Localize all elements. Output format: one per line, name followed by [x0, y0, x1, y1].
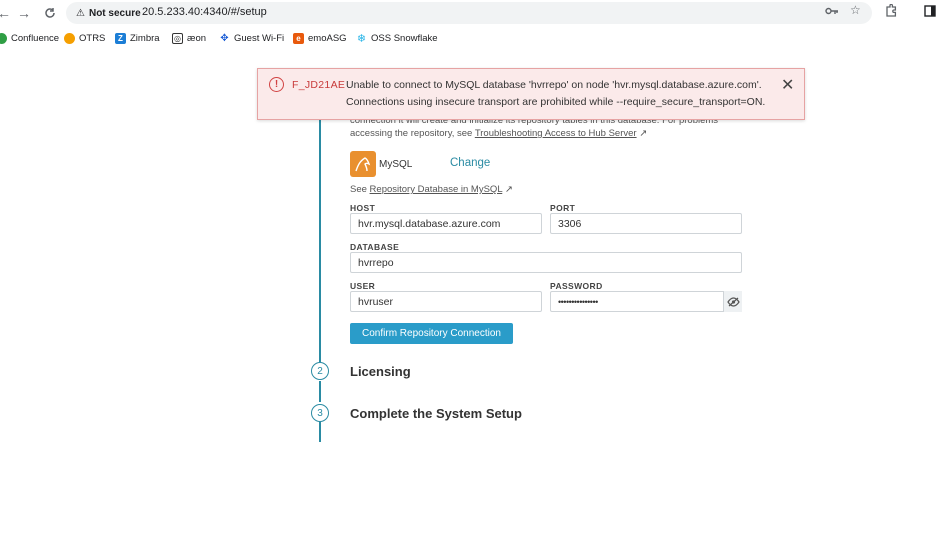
bookmark-label: emoASG	[308, 33, 347, 44]
wifi-icon: ✥	[220, 33, 229, 44]
key-icon[interactable]	[825, 5, 839, 19]
timeline-line	[319, 422, 321, 442]
url-text[interactable]: 20.5.233.40:4340/#/setup	[142, 6, 267, 18]
step-title-licensing[interactable]: Licensing	[350, 364, 411, 379]
repository-database-link[interactable]: Repository Database in MySQL	[370, 184, 503, 195]
bookmark-label: OSS Snowflake	[371, 33, 438, 44]
zimbra-icon: Z	[115, 33, 126, 44]
timeline-line	[319, 118, 321, 362]
user-label: USER	[350, 281, 376, 291]
star-icon[interactable]: ☆	[850, 3, 861, 17]
external-link-icon: ↗	[502, 184, 513, 195]
error-message-line1: Unable to connect to MySQL database 'hvr…	[346, 79, 762, 91]
step-title-complete-setup[interactable]: Complete the System Setup	[350, 406, 522, 421]
snowflake-icon: ❄	[356, 33, 367, 45]
step-number: 3	[311, 404, 329, 422]
aeon-icon: ◎	[172, 33, 183, 44]
sidebar-icon[interactable]	[924, 5, 936, 20]
database-label: DATABASE	[350, 242, 400, 252]
extensions-icon[interactable]	[886, 3, 898, 20]
mysql-logo-icon	[350, 151, 376, 177]
port-input[interactable]	[550, 213, 742, 234]
error-message-line2: Connections using insecure transport are…	[346, 96, 766, 108]
close-icon[interactable]: ✕	[781, 75, 794, 95]
toggle-password-visibility-button[interactable]	[723, 291, 742, 312]
password-label: PASSWORD	[550, 281, 603, 291]
not-secure-label: Not secure	[88, 7, 141, 19]
external-link-icon: ↗	[636, 128, 648, 139]
host-input[interactable]	[350, 213, 542, 234]
error-code: F_JD21AE	[292, 79, 346, 91]
user-input[interactable]	[350, 291, 542, 312]
troubleshooting-link[interactable]: Troubleshooting Access to Hub Server	[475, 128, 637, 139]
change-db-link[interactable]: Change	[450, 157, 490, 169]
error-toast: ! F_JD21AE Unable to connect to MySQL da…	[257, 68, 805, 120]
emoasg-icon: e	[293, 33, 304, 44]
otrs-icon	[64, 33, 75, 44]
bookmark-label: Zimbra	[130, 33, 160, 44]
bookmark-aeon[interactable]: ◎ æon	[172, 33, 206, 44]
browser-toolbar: ← → ⚠ Not secure 20.5.233.40:4340/#/setu…	[0, 0, 940, 26]
step-number: 2	[311, 362, 329, 380]
error-icon: !	[269, 77, 284, 92]
repository-description-line2: accessing the repository, see Troublesho…	[350, 128, 647, 139]
bookmark-zimbra[interactable]: Z Zimbra	[115, 33, 160, 44]
port-label: PORT	[550, 203, 576, 213]
confluence-icon	[0, 33, 7, 44]
warning-icon: ⚠	[76, 7, 85, 19]
bookmark-confluence[interactable]: Confluence	[0, 33, 59, 44]
bookmark-emoasg[interactable]: e emoASG	[293, 33, 347, 44]
bookmark-oss-snowflake[interactable]: ❄ OSS Snowflake	[356, 33, 438, 45]
bookmark-otrs[interactable]: OTRS	[64, 33, 105, 44]
host-label: HOST	[350, 203, 376, 213]
timeline-line	[319, 381, 321, 402]
bookmark-guest-wifi[interactable]: ✥ Guest Wi-Fi	[219, 33, 284, 44]
confirm-repository-connection-button[interactable]: Confirm Repository Connection	[350, 323, 513, 344]
description-prefix: accessing the repository, see	[350, 128, 475, 139]
bookmark-label: Confluence	[11, 33, 60, 44]
not-secure-badge[interactable]: ⚠ Not secure	[72, 5, 147, 21]
bookmark-label: OTRS	[79, 33, 106, 44]
see-prefix: See	[350, 184, 370, 195]
password-input[interactable]	[550, 291, 742, 312]
bookmarks-bar: Confluence OTRS Z Zimbra ◎ æon ✥ Guest W…	[0, 30, 940, 48]
bookmark-label: Guest Wi-Fi	[234, 33, 285, 44]
reload-icon[interactable]	[40, 3, 60, 23]
repo-db-see: See Repository Database in MySQL ↗	[350, 184, 513, 195]
eye-slash-icon	[726, 296, 740, 307]
forward-icon[interactable]: →	[14, 3, 34, 23]
database-input[interactable]	[350, 252, 742, 273]
db-type-label: MySQL	[379, 159, 413, 170]
back-icon[interactable]: ←	[0, 3, 14, 23]
bookmark-label: æon	[187, 33, 207, 44]
